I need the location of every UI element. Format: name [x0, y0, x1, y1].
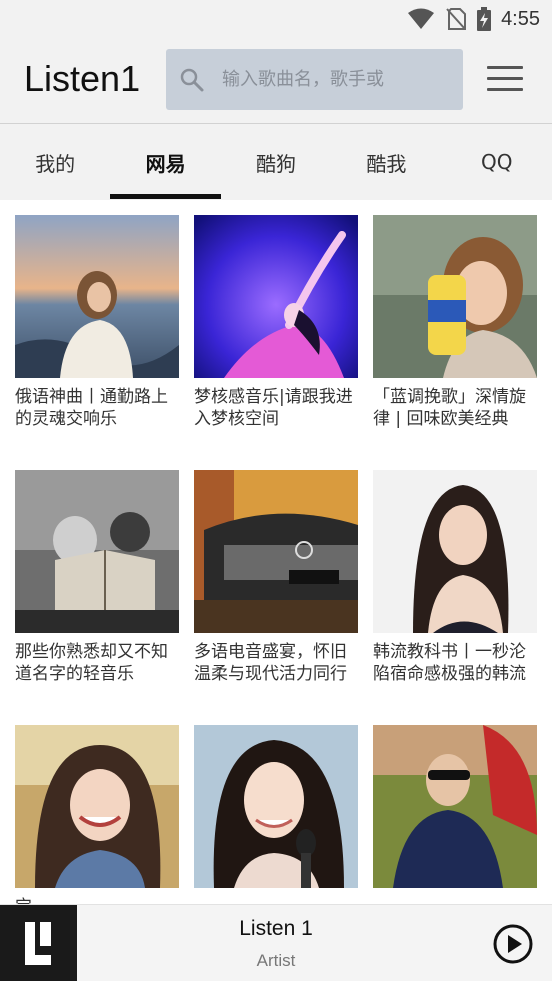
playlist-cover[interactable] [15, 470, 179, 633]
now-playing-artist: Artist [256, 951, 296, 970]
playlist-card[interactable]: 那些你熟悉却又不知道名字的轻音乐 [15, 470, 179, 685]
tab-qq[interactable]: QQ [442, 124, 552, 200]
tab-netease[interactable]: 网易 [110, 124, 222, 200]
playlist-title: 「蓝调挽歌」深情旋律 | 回味欧美经典 [373, 387, 526, 429]
playlist-cover[interactable] [373, 215, 537, 378]
status-bar: 4:55 [0, 0, 552, 38]
playlist-card[interactable]: 多语电音盛宴，怀旧温柔与现代活力同行 [194, 470, 358, 685]
search-icon [180, 68, 204, 92]
playlist-title: 俄语神曲丨通勤路上的灵魂交响乐 [15, 387, 168, 429]
app-header: Listen1 [0, 38, 552, 123]
battery-charging-icon [477, 7, 492, 31]
mini-player[interactable]: Listen 1 Artist [0, 904, 552, 981]
listen1-logo[interactable] [0, 905, 77, 981]
now-playing-title: Listen 1 [239, 917, 313, 940]
playlist-cover[interactable] [194, 470, 358, 633]
playlist-cover[interactable] [15, 215, 179, 378]
playlist-card[interactable]: 梦核感音乐|请跟我进入梦核空间 [194, 215, 358, 430]
playlist-card[interactable] [194, 725, 358, 896]
tab-kuwo[interactable]: 酷我 [331, 124, 441, 200]
playlist-grid: 俄语神曲丨通勤路上的灵魂交响乐 梦核感音乐|请跟我进入梦核空间 「蓝调挽歌」深情… [0, 200, 552, 906]
playlist-cover[interactable] [194, 215, 358, 378]
app-title: Listen1 [24, 58, 141, 99]
playlist-card[interactable]: 宝… [15, 725, 179, 906]
search-box[interactable] [166, 49, 463, 110]
playlist-card[interactable]: 俄语神曲丨通勤路上的灵魂交响乐 [15, 215, 179, 430]
play-button[interactable] [492, 923, 534, 965]
tab-mine[interactable]: 我的 [0, 124, 110, 200]
status-icons: 4:55 [407, 6, 540, 32]
playlist-card[interactable] [373, 725, 537, 896]
platform-tabs: 我的 网易 酷狗 酷我 QQ [0, 124, 552, 200]
playlist-title: 多语电音盛宴，怀旧温柔与现代活力同行 [194, 642, 347, 684]
search-input[interactable] [222, 49, 454, 110]
playlist-title: 梦核感音乐|请跟我进入梦核空间 [194, 387, 353, 429]
wifi-icon [408, 8, 435, 29]
listen1-logo-icon [25, 922, 51, 965]
playlist-title: 韩流教科书丨一秒沦陷宿命感极强的韩流 [373, 642, 526, 684]
no-sim-icon [446, 8, 467, 30]
playlist-title: 那些你熟悉却又不知道名字的轻音乐 [15, 642, 168, 684]
playlist-cover[interactable] [194, 725, 358, 888]
playlist-cover[interactable] [373, 725, 537, 888]
status-time: 4:55 [501, 7, 540, 30]
playlist-cover[interactable] [15, 725, 179, 888]
playlist-card[interactable]: 韩流教科书丨一秒沦陷宿命感极强的韩流 [373, 470, 537, 685]
tab-kugou[interactable]: 酷狗 [221, 124, 331, 200]
menu-icon[interactable] [487, 66, 523, 94]
playlist-card[interactable]: 「蓝调挽歌」深情旋律 | 回味欧美经典 [373, 215, 537, 430]
playlist-cover[interactable] [373, 470, 537, 633]
